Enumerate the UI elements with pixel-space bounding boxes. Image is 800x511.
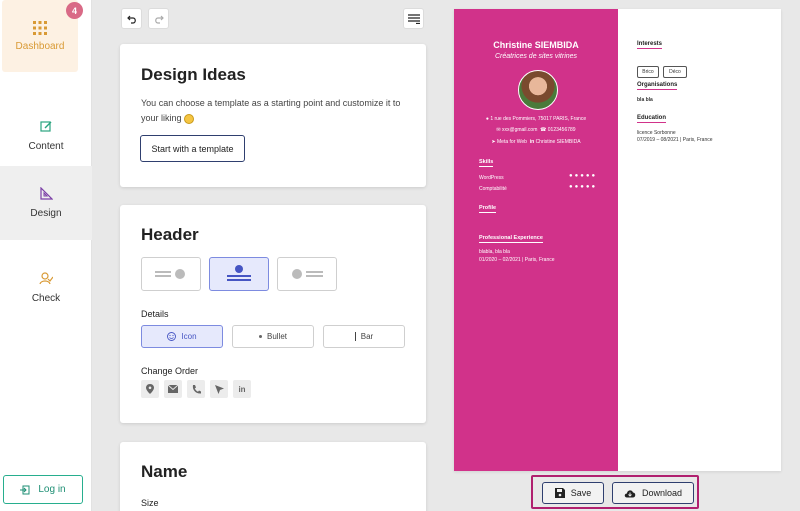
cv-preview: Christine SIEMBIDA Créatrices de sites v… xyxy=(454,9,781,471)
nav-content-label: Content xyxy=(28,140,64,152)
location-pin-icon xyxy=(146,384,154,394)
style-bullet-label: Bullet xyxy=(266,332,287,341)
nav-dashboard-label: Dashboard xyxy=(15,40,65,52)
cv-photo xyxy=(518,70,558,110)
undo-button[interactable] xyxy=(121,8,142,29)
redo-icon xyxy=(154,15,164,24)
download-label: Download xyxy=(641,488,683,498)
cloud-download-icon xyxy=(624,489,636,497)
notification-badge: 4 xyxy=(66,2,83,19)
download-button[interactable]: Download xyxy=(612,482,694,504)
cv-organisations-text: bla bla xyxy=(637,97,653,103)
edit-icon xyxy=(39,120,51,132)
smile-icon xyxy=(167,332,177,341)
login-button[interactable]: Log in xyxy=(3,475,83,504)
name-title: Name xyxy=(141,462,188,481)
cv-experience-line1: blabla, bla bla xyxy=(479,249,510,255)
check-icon xyxy=(39,272,53,285)
cv-education-line2: 07/2019 – 08/2021 | Paris, France xyxy=(637,137,713,143)
name-card: Name Size xyxy=(120,442,426,511)
nav-content[interactable]: Content xyxy=(0,98,92,173)
menu-button[interactable] xyxy=(403,8,424,29)
layout-option-center[interactable] xyxy=(209,257,269,291)
start-template-button[interactable]: Start with a template xyxy=(140,135,245,162)
style-option-bullet[interactable]: Bullet xyxy=(232,325,314,348)
details-label: Details xyxy=(141,309,169,319)
cv-experience-title: Professional Experience xyxy=(479,235,543,243)
phone-icon xyxy=(192,384,201,394)
cv-phone-icon: ☎ xyxy=(540,127,547,133)
layout-center-icon xyxy=(227,265,251,281)
cv-profile-title: Profile xyxy=(479,205,497,213)
save-label: Save xyxy=(570,488,592,498)
cv-skill-2-rating: ●●●●● xyxy=(569,184,598,190)
nav-design-label: Design xyxy=(30,208,62,219)
nav-design[interactable]: Design xyxy=(0,166,92,240)
layout-option-left[interactable] xyxy=(141,257,201,291)
style-icon-label: Icon xyxy=(181,332,197,341)
header-title: Header xyxy=(141,225,199,244)
style-bar-label: Bar xyxy=(360,332,374,341)
cv-experience-line2: 01/2020 – 02/2021 | Paris, France xyxy=(479,257,555,263)
sidebar: Dashboard 4 Content Design Check Log in xyxy=(0,0,92,511)
order-item-linkedin[interactable]: in xyxy=(233,380,251,398)
bar-line-icon xyxy=(354,332,356,341)
nav-check[interactable]: Check xyxy=(0,250,92,325)
cv-interest-chip-2: Déco xyxy=(663,66,687,78)
layout-option-right[interactable] xyxy=(277,257,337,291)
cursor-icon xyxy=(214,384,224,394)
cv-cursor-icon: ➤ xyxy=(491,139,496,145)
envelope-icon xyxy=(168,385,178,393)
cv-skills-title: Skills xyxy=(479,159,494,167)
cv-skill-1: WordPress xyxy=(479,175,504,181)
design-ideas-card: Design Ideas You can choose a template a… xyxy=(120,44,426,187)
design-ideas-title: Design Ideas xyxy=(141,65,246,84)
cv-name: Christine SIEMBIDA xyxy=(493,40,579,50)
cv-location-icon: ● xyxy=(485,116,489,122)
grid-icon xyxy=(33,20,47,35)
layout-right-icon xyxy=(292,269,323,279)
login-label: Log in xyxy=(38,484,66,495)
undo-icon xyxy=(126,15,136,24)
linkedin-icon: in xyxy=(238,384,246,394)
login-icon xyxy=(20,485,30,494)
smile-emoji-icon xyxy=(184,113,195,124)
style-option-icon[interactable]: Icon xyxy=(141,325,223,348)
cv-interests-title: Interests xyxy=(637,41,663,49)
order-item-website[interactable] xyxy=(210,380,228,398)
order-item-location[interactable] xyxy=(141,380,159,398)
cv-linkedin-icon: in xyxy=(529,139,535,145)
save-button[interactable]: Save xyxy=(542,482,604,504)
cv-address: ● 1 rue des Pommiers, 75017 PARIS, Franc… xyxy=(485,116,587,122)
cv-education-title: Education xyxy=(637,115,667,123)
change-order-label: Change Order xyxy=(141,366,199,376)
design-icon xyxy=(39,187,53,200)
cv-skill-2: Comptabilité xyxy=(479,186,507,192)
layout-left-icon xyxy=(155,269,185,279)
order-item-phone[interactable] xyxy=(187,380,205,398)
cv-web-linkedin: ➤ Meta for Web in Christine SIEMBIDA xyxy=(491,139,581,145)
cv-job-title: Créatrices de sites vitrines xyxy=(494,53,578,60)
redo-button[interactable] xyxy=(148,8,169,29)
nav-check-label: Check xyxy=(31,293,61,304)
bullet-dot-icon xyxy=(258,335,262,338)
cv-organisations-title: Organisations xyxy=(637,82,678,90)
cv-left-column: Christine SIEMBIDA Créatrices de sites v… xyxy=(454,9,618,471)
cv-skill-1-rating: ●●●●● xyxy=(569,173,598,179)
size-label: Size xyxy=(141,498,159,508)
cv-mail-icon: ✉ xyxy=(496,127,501,133)
order-item-email[interactable] xyxy=(164,380,182,398)
action-bar: Save Download xyxy=(531,475,699,509)
cv-interest-chip-1: Brico xyxy=(637,66,659,78)
menu-icon xyxy=(407,13,420,24)
cv-education-line1: licence Sorbonne xyxy=(637,130,676,136)
style-option-bar[interactable]: Bar xyxy=(323,325,405,348)
header-card: Header Details Icon Bullet Bar Change Or… xyxy=(120,205,426,423)
floppy-disk-icon xyxy=(554,488,565,498)
design-ideas-description: You can choose a template as a starting … xyxy=(141,98,401,124)
cv-email-phone: ✉ xxx@gmail.com ☎ 0123456789 xyxy=(496,127,576,133)
